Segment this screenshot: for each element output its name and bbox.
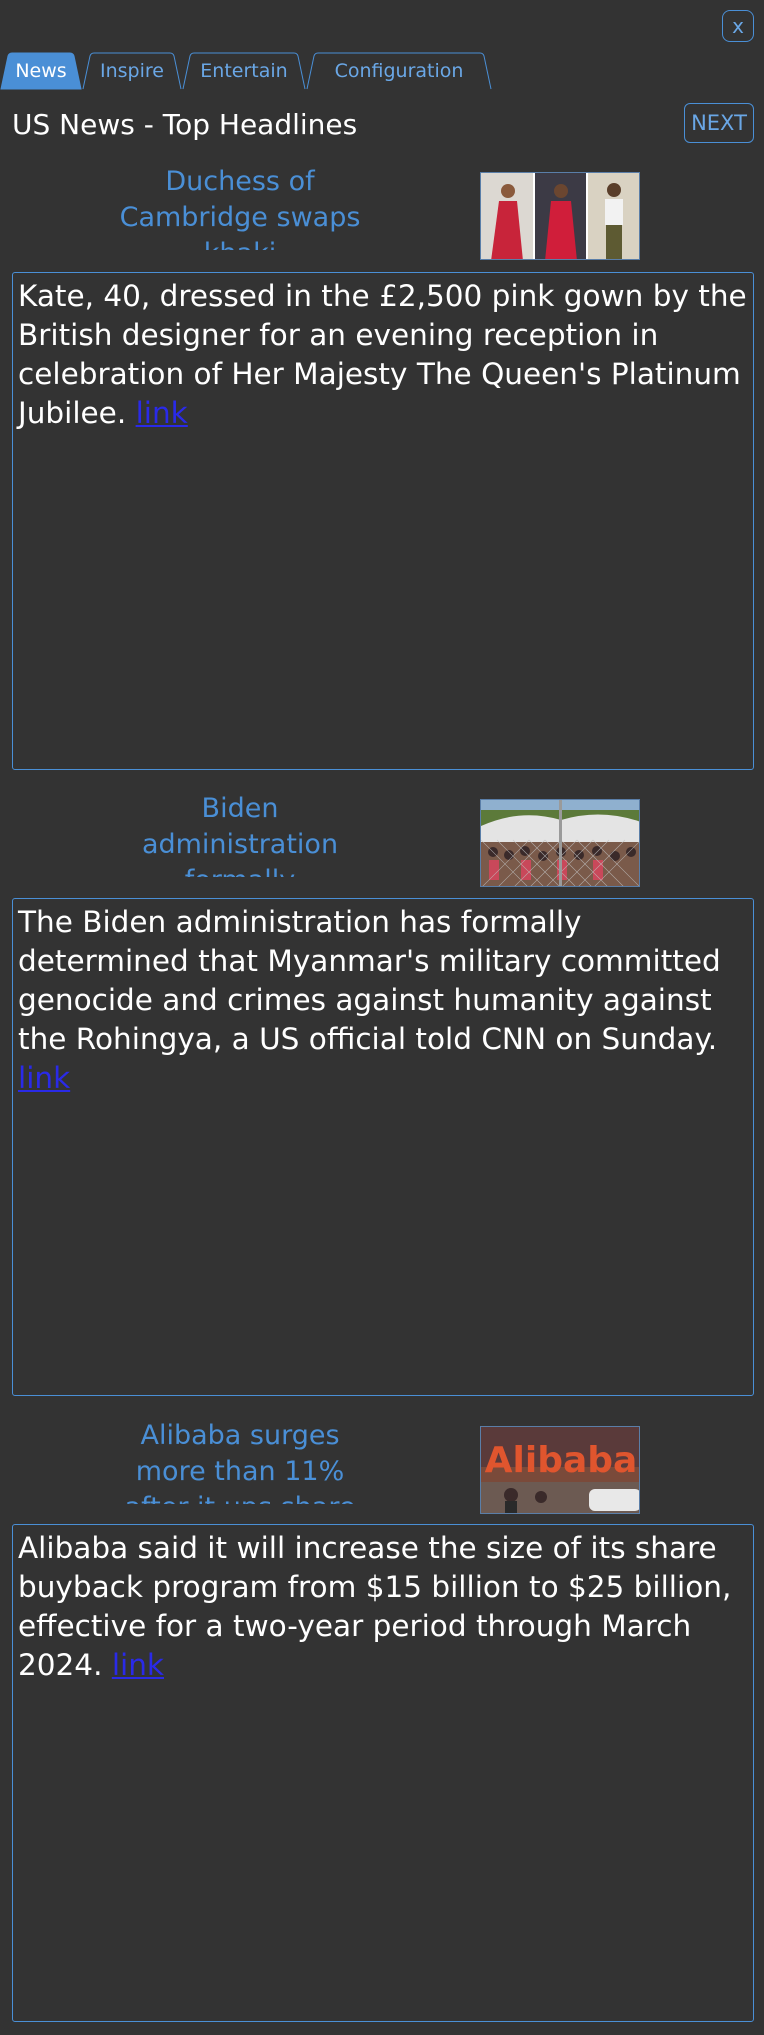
article-summary-text: Kate, 40, dressed in the £2,500 pink gow… <box>18 279 747 430</box>
refugee-camp-photo-image <box>481 800 639 886</box>
tab-configuration-label: Configuration <box>334 60 464 82</box>
article-summary: Alibaba said it will increase the size o… <box>12 1524 754 2022</box>
page-title: US News - Top Headlines <box>12 108 358 141</box>
svg-text:Alibaba: Alibaba <box>485 1440 638 1481</box>
article-link[interactable]: link <box>112 1648 164 1682</box>
article-summary-text: The Biden administration has formally de… <box>18 905 721 1056</box>
tab-news-label: News <box>15 60 67 82</box>
tab-configuration[interactable]: Configuration <box>306 52 492 90</box>
duchess-photo-image <box>481 173 639 259</box>
tab-inspire[interactable]: Inspire <box>82 52 182 90</box>
tab-bar: News Inspire Entertain Configuration <box>0 52 764 90</box>
article-headline[interactable]: Duchess of Cambridge swaps khaki <box>110 164 370 250</box>
article-summary: Kate, 40, dressed in the £2,500 pink gow… <box>12 272 754 770</box>
article-thumbnail[interactable] <box>480 172 640 260</box>
article-headline[interactable]: Alibaba surges more than 11% after it up… <box>110 1418 370 1504</box>
article-thumbnail[interactable] <box>480 799 640 887</box>
article-summary: The Biden administration has formally de… <box>12 898 754 1396</box>
close-button[interactable]: x <box>722 10 754 42</box>
tab-news[interactable]: News <box>0 52 82 90</box>
tab-entertain-label: Entertain <box>200 60 288 82</box>
next-button[interactable]: NEXT <box>684 103 754 143</box>
article-headline[interactable]: Biden administration formally <box>110 791 370 877</box>
article-link[interactable]: link <box>18 1061 70 1095</box>
article-thumbnail[interactable]: Alibaba <box>480 1426 640 1514</box>
tab-inspire-label: Inspire <box>100 60 164 82</box>
article-link[interactable]: link <box>136 396 188 430</box>
tab-entertain[interactable]: Entertain <box>182 52 306 90</box>
alibaba-photo-image: Alibaba <box>481 1427 639 1513</box>
